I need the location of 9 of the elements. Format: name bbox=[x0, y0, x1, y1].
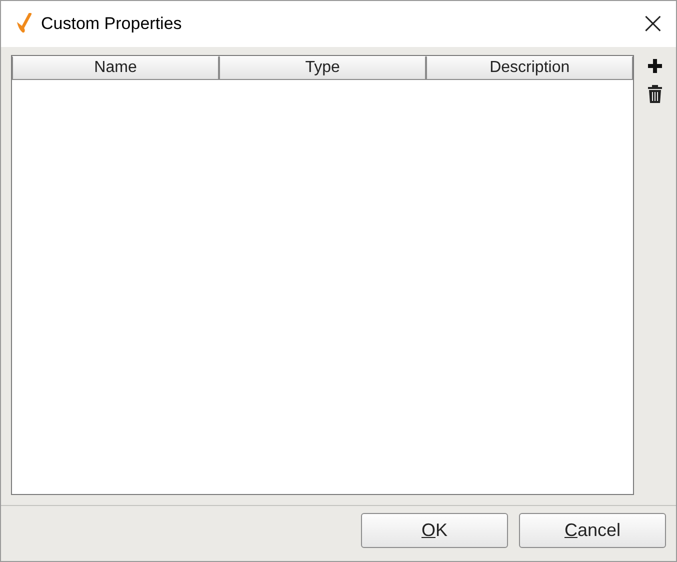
ok-button[interactable]: OK bbox=[361, 513, 508, 548]
cancel-button[interactable]: Cancel bbox=[519, 513, 666, 548]
close-button[interactable]: × bbox=[630, 1, 676, 48]
column-header[interactable]: Description bbox=[426, 56, 634, 80]
add-icon[interactable] bbox=[647, 58, 664, 74]
column-header[interactable]: Name bbox=[12, 56, 220, 80]
window-title: Custom Properties bbox=[41, 13, 182, 36]
column-header[interactable]: Type bbox=[219, 56, 426, 80]
trash-icon[interactable] bbox=[647, 84, 664, 104]
